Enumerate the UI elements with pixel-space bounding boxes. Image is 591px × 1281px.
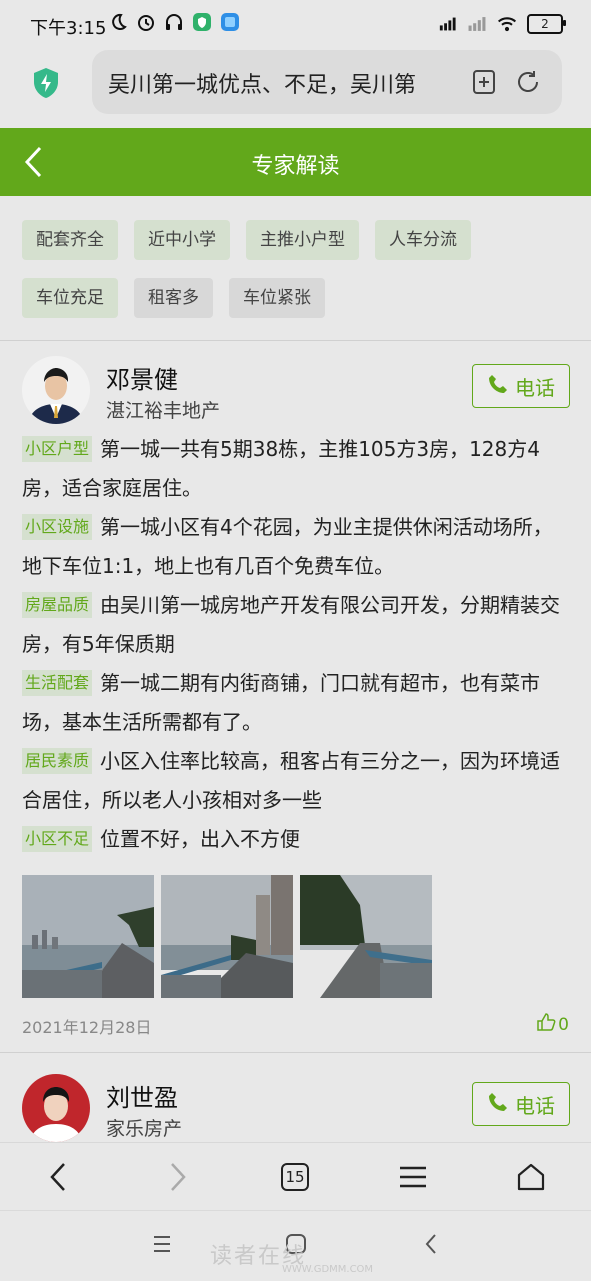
- tag[interactable]: 配套齐全: [22, 220, 118, 260]
- page-header: 专家解读: [0, 128, 591, 196]
- review-text: 第一城小区有4个花园，为业主提供休闲活动场所，地下车位1:1，地上也有几百个免费…: [22, 515, 553, 578]
- app-notification-icon: [220, 12, 240, 32]
- tag[interactable]: 车位充足: [22, 278, 118, 318]
- menu-icon[interactable]: [393, 1157, 433, 1197]
- photo-gallery: [22, 875, 432, 998]
- alarm-icon: [136, 12, 156, 32]
- review-text: 位置不好，出入不方便: [100, 827, 301, 851]
- refresh-icon[interactable]: [514, 68, 542, 96]
- expert-name: 刘世盈: [106, 1084, 178, 1112]
- shield-icon[interactable]: [30, 66, 62, 100]
- wifi-icon: [497, 14, 517, 34]
- phone-icon: [487, 373, 509, 400]
- review-text: 由吴川第一城房地产开发有限公司开发，分期精装交房，有5年保质期: [22, 593, 561, 656]
- browser-bottom-nav: 15: [0, 1142, 591, 1211]
- expert-company: 家乐房产: [106, 1118, 183, 1140]
- page-title: 专家解读: [251, 154, 340, 179]
- divider: [0, 340, 591, 341]
- review-item: 居民素质 小区入住率比较高，租客占有三分之一，因为环境适合居住，所以老人小孩相对多…: [22, 742, 570, 820]
- headphones-icon: [164, 12, 184, 32]
- review-item: 房屋品质 由吴川第一城房地产开发有限公司开发，分期精装交房，有5年保质期: [22, 586, 570, 664]
- avatar[interactable]: [22, 356, 90, 424]
- review-item: 小区户型 第一城一共有5期38栋，主推105方3房，128方4房，适合家庭居住。: [22, 430, 570, 508]
- photo-thumbnail[interactable]: [300, 875, 432, 998]
- review-text: 第一城一共有5期38栋，主推105方3房，128方4房，适合家庭居住。: [22, 437, 540, 500]
- review-text: 第一城二期有内街商铺，门口就有超市，也有菜市场，基本生活所需都有了。: [22, 671, 541, 734]
- call-button[interactable]: 电话: [472, 1082, 570, 1126]
- signal-hd-icon: [437, 14, 457, 34]
- status-bar: 下午3:15 2: [0, 0, 591, 50]
- tag[interactable]: 近中小学: [134, 220, 230, 260]
- add-bookmark-icon[interactable]: [470, 68, 498, 96]
- expert-card: 邓景健 湛江裕丰地产 电话: [22, 356, 570, 426]
- review-label: 小区不足: [22, 826, 93, 852]
- call-label: 电话: [515, 1093, 555, 1118]
- status-icons-left: [108, 12, 240, 32]
- moon-icon: [108, 12, 128, 32]
- system-back-icon[interactable]: [424, 1233, 438, 1259]
- recent-apps-icon[interactable]: [152, 1235, 172, 1257]
- tag[interactable]: 人车分流: [375, 220, 471, 260]
- tag[interactable]: 主推小户型: [246, 220, 359, 260]
- forward-arrow-icon[interactable]: [158, 1157, 198, 1197]
- back-arrow-icon[interactable]: [38, 1157, 78, 1197]
- phone-icon: [487, 1091, 509, 1118]
- tag[interactable]: 租客多: [134, 278, 213, 318]
- review-label: 生活配套: [22, 670, 93, 696]
- battery-icon: 2: [527, 14, 566, 34]
- review-label: 房屋品质: [22, 592, 93, 618]
- photo-thumbnail[interactable]: [161, 875, 293, 998]
- signal-weak-icon: [467, 14, 487, 34]
- expert-name: 邓景健: [106, 366, 178, 394]
- divider: [0, 1052, 591, 1053]
- address-bar[interactable]: 吴川第一城优点、不足，吴川第: [92, 50, 562, 114]
- expert-company: 湛江裕丰地产: [106, 400, 221, 422]
- home-icon[interactable]: [511, 1157, 551, 1197]
- watermark-url: WWW.GDMM.COM: [282, 1264, 374, 1275]
- review-date: 2021年12月28日: [22, 1018, 152, 1037]
- review-list: 小区户型 第一城一共有5期38栋，主推105方3房，128方4房，适合家庭居住。 …: [22, 430, 570, 859]
- call-label: 电话: [515, 375, 555, 400]
- tabs-button[interactable]: 15: [275, 1157, 315, 1197]
- review-item: 小区不足 位置不好，出入不方便: [22, 820, 570, 859]
- status-time: 下午3:15: [30, 18, 107, 39]
- review-item: 生活配套 第一城二期有内街商铺，门口就有超市，也有菜市场，基本生活所需都有了。: [22, 664, 570, 742]
- url-text[interactable]: 吴川第一城优点、不足，吴川第: [108, 67, 458, 99]
- thumbs-up-icon: [536, 1012, 556, 1037]
- tag[interactable]: 车位紧张: [229, 278, 325, 318]
- review-label: 小区设施: [22, 514, 93, 540]
- like-button[interactable]: 0: [536, 1012, 569, 1037]
- expert-card: 刘世盈 家乐房产 电话: [22, 1074, 570, 1142]
- review-label: 居民素质: [22, 748, 93, 774]
- security-app-icon: [192, 12, 212, 32]
- tabs-count: 15: [285, 1168, 305, 1186]
- browser-toolbar: 吴川第一城优点、不足，吴川第: [0, 50, 591, 128]
- avatar[interactable]: [22, 1074, 90, 1142]
- tag-list: 配套齐全 近中小学 主推小户型 人车分流 车位充足 租客多 车位紧张: [22, 220, 562, 318]
- call-button[interactable]: 电话: [472, 364, 570, 408]
- review-text: 小区入住率比较高，租客占有三分之一，因为环境适合居住，所以老人小孩相对多一些: [22, 749, 561, 812]
- like-count: 0: [558, 1014, 569, 1035]
- review-label: 小区户型: [22, 436, 93, 462]
- status-icons-right: 2: [437, 14, 566, 34]
- photo-thumbnail[interactable]: [22, 875, 154, 998]
- review-item: 小区设施 第一城小区有4个花园，为业主提供休闲活动场所，地下车位1:1，地上也有几…: [22, 508, 570, 586]
